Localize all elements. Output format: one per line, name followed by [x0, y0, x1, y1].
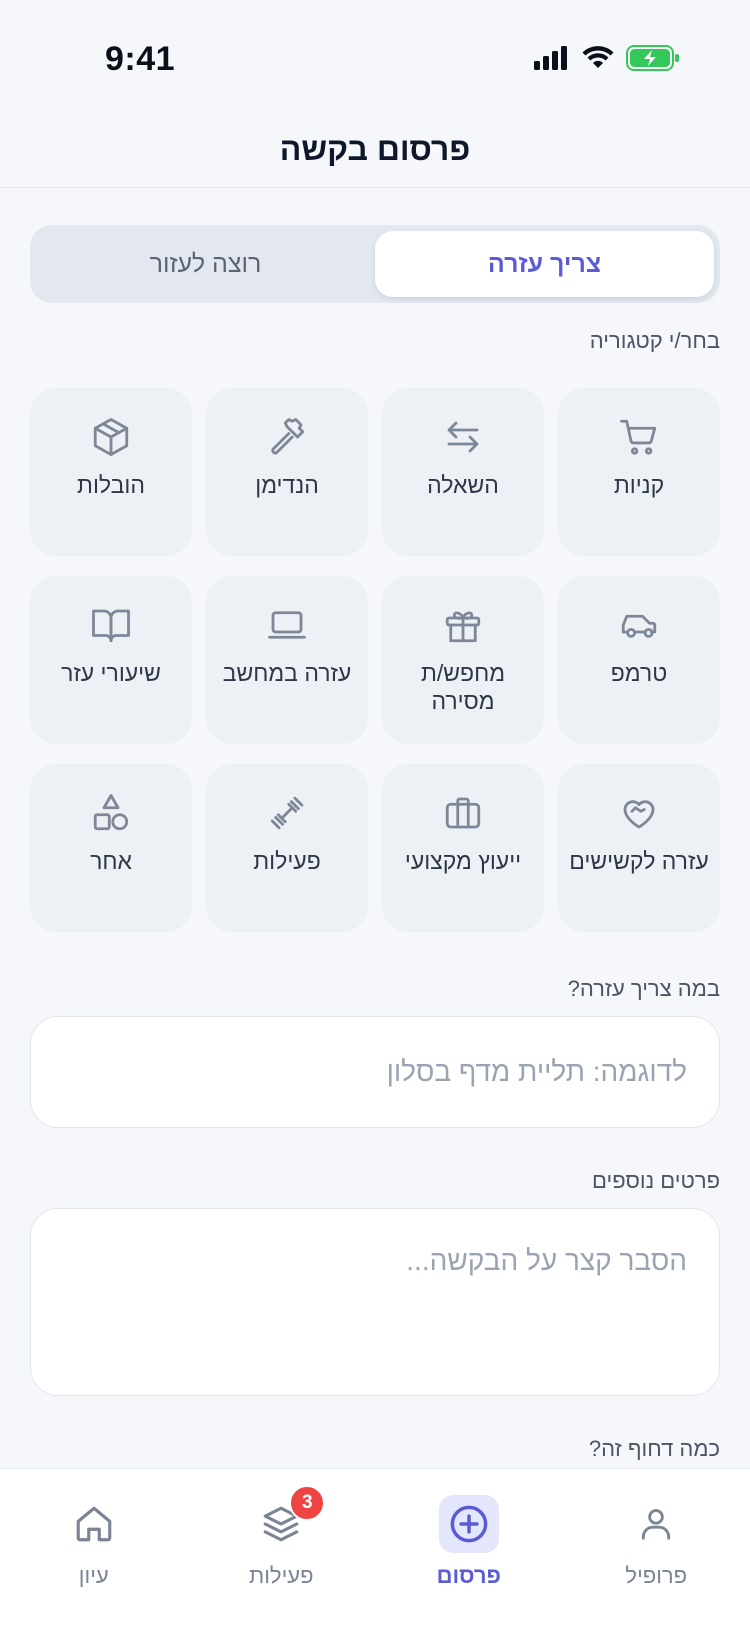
shopping-cart-icon	[618, 416, 660, 463]
gift-icon	[442, 604, 484, 651]
package-box-icon	[90, 416, 132, 463]
urgency-label: כמה דחוף זה?	[588, 1436, 720, 1461]
category-elderly-help[interactable]: עזרה לקשישים	[558, 764, 720, 932]
header: פרסום בקשה	[0, 110, 750, 188]
category-label-text: קניות	[613, 472, 665, 498]
tab-activity[interactable]: 3 פעילות	[216, 1485, 346, 1630]
tab-bar: פרופיל פרסום 3 פעילות עיון	[0, 1468, 750, 1630]
category-label-text: עזרה לקשישים	[569, 848, 709, 874]
category-label-text: טרמפ	[610, 660, 668, 686]
what-input[interactable]	[31, 1017, 719, 1127]
category-label-text: אחר	[90, 848, 132, 874]
details-textarea[interactable]	[31, 1209, 719, 1395]
category-label: בחר/י קטגוריה	[589, 328, 720, 353]
layers-icon: 3	[251, 1485, 326, 1553]
what-field	[30, 1016, 720, 1128]
category-label-text: ייעוץ מקצועי	[404, 848, 522, 874]
category-handyman[interactable]: הנדימן	[206, 388, 368, 556]
notification-badge: 3	[289, 1485, 326, 1521]
category-label-text: הובלות	[77, 472, 145, 498]
dumbbell-icon	[266, 792, 308, 839]
laptop-icon	[266, 604, 308, 651]
briefcase-icon	[442, 792, 484, 839]
signal-icon	[534, 46, 570, 75]
home-icon	[64, 1495, 124, 1553]
plus-circle-icon	[438, 1495, 499, 1553]
shapes-icon	[90, 792, 132, 839]
category-activity[interactable]: פעילות	[206, 764, 368, 932]
category-grid: קניות השאלה הנדימן הובלות טרמפ מחפש/ת מס…	[30, 388, 720, 932]
category-computer-help[interactable]: עזרה במחשב	[206, 576, 368, 744]
user-icon	[626, 1495, 686, 1553]
open-book-icon	[90, 604, 132, 651]
category-label-text: שיעורי עזר	[61, 660, 161, 686]
category-label-text: הנדימן	[255, 472, 319, 498]
tab-profile[interactable]: פרופיל	[591, 1495, 721, 1630]
tab-need-help[interactable]: צריך עזרה	[375, 231, 714, 297]
category-label-text: השאלה	[427, 472, 499, 498]
car-icon	[618, 604, 660, 651]
page-title: פרסום בקשה	[279, 131, 471, 167]
details-field-label: פרטים נוספים	[592, 1168, 720, 1193]
category-shopping[interactable]: קניות	[558, 388, 720, 556]
wifi-icon	[582, 46, 614, 75]
status-icons	[534, 45, 680, 76]
tab-post[interactable]: פרסום	[404, 1495, 534, 1630]
tab-label: פרופיל	[625, 1563, 688, 1588]
tab-label: פרסום	[436, 1563, 501, 1588]
status-bar: 9:41	[0, 0, 750, 110]
category-label-text: פעילות	[253, 848, 321, 874]
tab-browse[interactable]: עיון	[29, 1495, 159, 1630]
details-field	[30, 1208, 720, 1396]
hammer-icon	[266, 416, 308, 463]
category-ride[interactable]: טרמפ	[558, 576, 720, 744]
category-giveaway[interactable]: מחפש/ת מסירה	[382, 576, 544, 744]
battery-icon	[626, 45, 680, 76]
swap-arrows-icon	[442, 416, 484, 463]
tab-want-to-help[interactable]: רוצה לעזור	[36, 231, 375, 297]
category-consulting[interactable]: ייעוץ מקצועי	[382, 764, 544, 932]
tab-label: עיון	[78, 1563, 109, 1588]
category-tutoring[interactable]: שיעורי עזר	[30, 576, 192, 744]
category-label-text: עזרה במחשב	[222, 660, 352, 686]
category-moving[interactable]: הובלות	[30, 388, 192, 556]
mode-toggle: צריך עזרה רוצה לעזור	[30, 225, 720, 303]
category-other[interactable]: אחר	[30, 764, 192, 932]
status-time: 9:41	[105, 40, 176, 78]
category-label-text: מחפש/ת מסירה	[420, 660, 506, 714]
category-lending[interactable]: השאלה	[382, 388, 544, 556]
what-field-label: במה צריך עזרה?	[567, 976, 720, 1001]
tab-label: פעילות	[249, 1563, 314, 1588]
heart-handshake-icon	[618, 792, 660, 839]
